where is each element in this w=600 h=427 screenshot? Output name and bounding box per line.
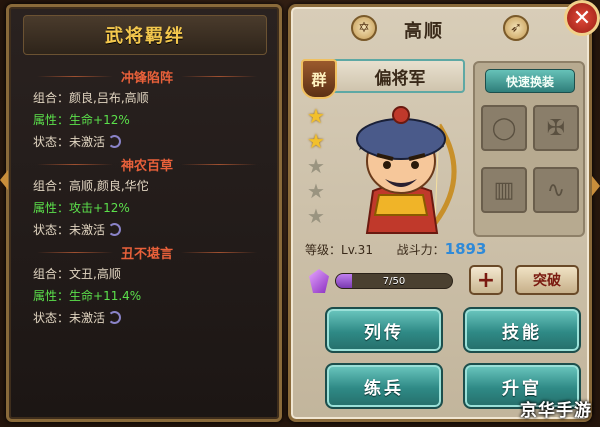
star-icon: ★ (307, 204, 325, 228)
biography-button[interactable]: 列传 (325, 307, 443, 353)
combo-label: 组合： (33, 267, 70, 281)
prev-page-arrow-icon[interactable] (0, 170, 8, 190)
equipment-panel: 快速换装 ◯ ✠ ▥ ∿ (473, 61, 585, 237)
close-button[interactable]: ✕ (564, 0, 600, 36)
power-label: 战斗力： (396, 243, 445, 257)
bonds-title: 武将羁绊 (105, 26, 185, 47)
bond-status-row: 状态：未激活 (33, 309, 122, 326)
faction-badge: 群 (301, 59, 337, 99)
inactive-swirl-icon (108, 135, 122, 148)
star-icon: ★ (307, 154, 325, 178)
hero-name: 高顺 (404, 21, 444, 42)
scroll-slot-icon[interactable]: ▥ (481, 167, 527, 213)
star-icon: ★ (307, 179, 325, 203)
inactive-swirl-icon (108, 311, 122, 324)
hero-panel: ✡ 高顺 ➶ 偏将军 群 ★ ★ ★ ★ ★ 快速换装 ◯ ✠ ▥ ∿ 等级：L… (288, 4, 592, 422)
attr-label: 属性： (33, 113, 70, 127)
bond-status-row: 状态：未激活 (33, 221, 122, 238)
bond-attr-row: 属性：生命+11.4% (33, 287, 141, 304)
attr-value: 生命+12% (69, 113, 130, 127)
hero-portrait[interactable] (331, 95, 471, 235)
star-rating: ★ ★ ★ ★ ★ (307, 105, 329, 227)
divider (181, 163, 258, 165)
attr-label: 属性： (33, 201, 70, 215)
bow-icon[interactable]: ➶ (503, 15, 529, 41)
divider (181, 75, 258, 77)
bond-name: 冲锋陷阵 (121, 70, 174, 86)
inactive-swirl-icon (108, 223, 122, 236)
divider (181, 251, 258, 253)
quick-equip-button[interactable]: 快速换装 (485, 69, 575, 93)
bonds-panel: 武将羁绊 冲锋陷阵 组合：颜良,吕布,高顺 属性：生命+12% 状态：未激活 神… (6, 4, 282, 422)
add-exp-button[interactable]: + (469, 265, 503, 295)
status-value: 未激活 (69, 135, 106, 149)
hero-rank: 偏将军 (374, 68, 426, 89)
bonds-header: 武将羁绊 (23, 15, 267, 55)
bond-combo-row: 组合：颜良,吕布,高顺 (33, 89, 149, 106)
necklace-slot-icon[interactable]: ∿ (533, 167, 579, 213)
status-label: 状态： (33, 223, 70, 237)
bond-combo-row: 组合：高顺,颜良,华佗 (33, 177, 149, 194)
combo-value: 颜良,吕布,高顺 (69, 91, 149, 105)
train-button[interactable]: 练兵 (325, 363, 443, 409)
bond-name: 丑不堪言 (121, 246, 174, 262)
bond-combo-row: 组合：文丑,高顺 (33, 265, 121, 282)
breakthrough-button[interactable]: 突破 (515, 265, 579, 295)
attr-label: 属性： (33, 289, 70, 303)
status-value: 未激活 (69, 311, 106, 325)
exp-gem-icon (309, 269, 329, 293)
axe-slot-icon[interactable]: ✠ (533, 105, 579, 151)
bond-attr-row: 属性：攻击+12% (33, 199, 130, 216)
next-page-arrow-icon[interactable] (592, 176, 600, 196)
combo-label: 组合： (33, 91, 70, 105)
status-label: 状态： (33, 135, 70, 149)
watermark-text: 京华手游 (520, 401, 592, 421)
bond-group-title: 神农百草 (37, 155, 258, 174)
star-icon: ★ (307, 129, 325, 153)
ring-slot-icon[interactable]: ◯ (481, 105, 527, 151)
power-value: 1893 (444, 240, 487, 258)
exp-text: 7/50 (382, 275, 406, 287)
bond-name: 神农百草 (121, 158, 174, 174)
combo-label: 组合： (33, 179, 70, 193)
game-screen: 武将羁绊 冲锋陷阵 组合：颜良,吕布,高顺 属性：生命+12% 状态：未激活 神… (0, 0, 600, 427)
divider (37, 163, 113, 165)
bond-status-row: 状态：未激活 (33, 133, 122, 150)
hero-stats: 等级：Lv.31 战斗力：1893 (305, 240, 585, 260)
attr-value: 攻击+12% (69, 201, 130, 215)
divider (37, 251, 113, 253)
divider (37, 75, 113, 77)
status-value: 未激活 (69, 223, 106, 237)
skills-button[interactable]: 技能 (463, 307, 581, 353)
combo-value: 文丑,高顺 (69, 267, 121, 281)
bond-group-title: 冲锋陷阵 (37, 67, 258, 86)
level-value: Lv.31 (341, 243, 373, 257)
combo-value: 高顺,颜良,华佗 (69, 179, 149, 193)
level-label: 等级： (305, 243, 342, 257)
bond-attr-row: 属性：生命+12% (33, 111, 130, 128)
status-label: 状态： (33, 311, 70, 325)
star-icon: ★ (307, 104, 325, 128)
attr-value: 生命+11.4% (69, 289, 142, 303)
bond-group-title: 丑不堪言 (37, 243, 258, 262)
